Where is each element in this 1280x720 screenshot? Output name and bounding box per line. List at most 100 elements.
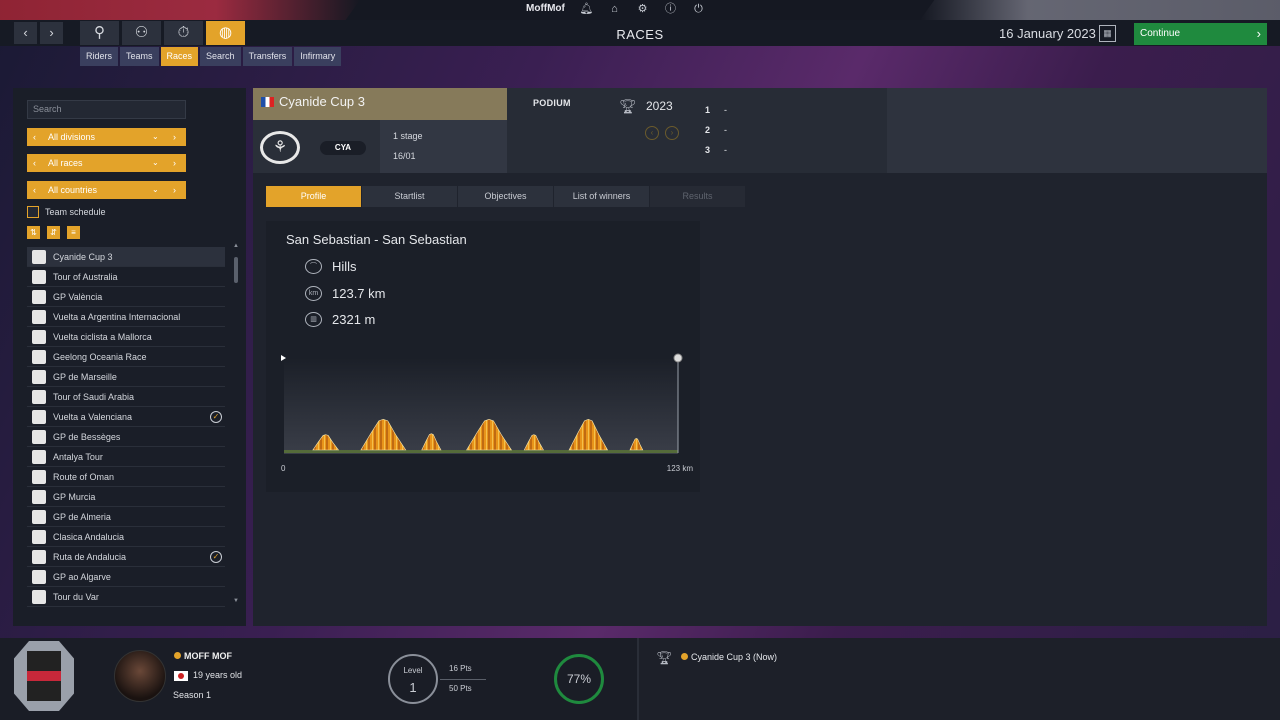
sort-date-icon[interactable]: ⇅ xyxy=(27,226,40,239)
race-list-label: Antalya Tour xyxy=(53,452,103,462)
sub-nav: Riders Teams Races Search Transfers Infi… xyxy=(80,47,342,66)
list-item[interactable]: Geelong Oceania Race xyxy=(27,347,225,367)
list-item[interactable]: Cyanide Cup 3 xyxy=(27,247,225,267)
chevron-left-icon[interactable]: ‹ xyxy=(33,154,36,172)
info-icon[interactable]: ⓘ xyxy=(662,2,679,17)
race-logo-icon xyxy=(32,530,46,544)
countries-dropdown[interactable]: ‹ All countries ⌄ › xyxy=(27,181,186,199)
subnav-infirmary[interactable]: Infirmary xyxy=(294,47,342,66)
list-item[interactable]: Vuelta a Argentina Internacional xyxy=(27,307,225,327)
trophy-icon: 🏆︎ xyxy=(619,98,637,114)
back-button[interactable]: ‹ xyxy=(14,22,37,44)
race-list-label: Clasica Andalucia xyxy=(53,532,125,542)
list-item[interactable]: Antalya Tour xyxy=(27,447,225,467)
list-item[interactable]: GP de Almeria xyxy=(27,507,225,527)
subnav-riders[interactable]: Riders xyxy=(80,47,119,66)
team-schedule-checkbox[interactable] xyxy=(27,206,39,218)
chevron-down-icon: ⌄ xyxy=(152,185,159,194)
tab-profile[interactable]: Profile xyxy=(266,186,361,207)
subnav-races[interactable]: Races xyxy=(160,47,199,66)
race-logo-icon xyxy=(32,390,46,404)
chevron-left-icon[interactable]: ‹ xyxy=(33,181,36,199)
home-icon[interactable]: ⌂ xyxy=(606,2,623,17)
list-item[interactable]: Vuelta ciclista a Mallorca xyxy=(27,327,225,347)
next-race-panel[interactable]: 🏆︎ Cyanide Cup 3 (Now) xyxy=(637,638,1280,720)
chevron-left-icon[interactable]: ‹ xyxy=(33,128,36,146)
player-age: 19 years old xyxy=(193,670,243,680)
race-list-label: GP València xyxy=(53,292,103,302)
points-current: 16 Pts xyxy=(449,664,472,673)
sort-name-icon[interactable]: ≡ xyxy=(67,226,80,239)
list-item[interactable]: GP Murcia xyxy=(27,487,225,507)
history-nav: ‹ › xyxy=(14,22,63,44)
races-dropdown[interactable]: ‹ All races ⌄ › xyxy=(27,154,186,172)
rider-icon[interactable]: ⚲ xyxy=(80,21,119,45)
races-icon[interactable]: ◍ xyxy=(206,21,245,45)
list-item[interactable]: Route of Oman xyxy=(27,467,225,487)
top-bar-red-accent xyxy=(0,0,360,20)
tab-objectives[interactable]: Objectives xyxy=(458,186,553,207)
subnav-transfers[interactable]: Transfers xyxy=(242,47,293,66)
list-item[interactable]: Tour of Australia xyxy=(27,267,225,287)
bell-icon[interactable]: 🔔︎ xyxy=(578,2,595,17)
main-nav: ⚲ ⚇ ⏱ ◍ xyxy=(80,21,245,45)
season-label: Season 1 xyxy=(173,690,212,700)
power-icon[interactable]: ⏻ xyxy=(690,2,707,17)
chevron-right-icon[interactable]: › xyxy=(173,128,176,146)
tab-startlist[interactable]: Startlist xyxy=(362,186,457,207)
divisions-dropdown[interactable]: ‹ All divisions ⌄ › xyxy=(27,128,186,146)
stopwatch-icon[interactable]: ⏱ xyxy=(164,21,203,45)
list-item[interactable]: GP València xyxy=(27,287,225,307)
list-item[interactable]: Vuelta a Valenciana ✓ xyxy=(27,407,225,427)
podium-value: - xyxy=(724,145,727,155)
team-schedule-toggle[interactable]: Team schedule xyxy=(27,206,106,218)
player-age-row: 19 years old xyxy=(174,670,242,681)
scroll-down-icon[interactable]: ▼ xyxy=(233,598,239,604)
race-logo-icon xyxy=(32,410,46,424)
team-jersey[interactable] xyxy=(14,641,74,711)
race-list-scrollbar[interactable]: ▲ ▼ xyxy=(233,243,239,604)
countries-label: All countries xyxy=(48,185,98,195)
scroll-thumb[interactable] xyxy=(234,257,238,283)
player-name-row: MOFF MOF xyxy=(174,651,232,661)
podium-value: - xyxy=(724,105,727,115)
calendar-icon[interactable]: ▦ xyxy=(1099,25,1116,42)
search-input[interactable]: Search xyxy=(27,100,186,119)
sort-category-icon[interactable]: ⇵ xyxy=(47,226,60,239)
race-info: ⚘ CYA 1 stage 16/01 xyxy=(253,120,507,173)
race-logo-icon xyxy=(32,330,46,344)
podium-year: 2023 xyxy=(646,99,673,113)
list-item[interactable]: GP de Bessèges xyxy=(27,427,225,447)
chevron-right-icon[interactable]: › xyxy=(173,154,176,172)
list-item[interactable]: Tour of Saudi Arabia xyxy=(27,387,225,407)
chevron-down-icon: ⌄ xyxy=(152,132,159,141)
prev-year-button[interactable]: ‹ xyxy=(645,126,659,140)
podium-value: - xyxy=(724,125,727,135)
next-year-button[interactable]: › xyxy=(665,126,679,140)
race-meta: 1 stage 16/01 xyxy=(380,120,507,173)
race-list-label: GP Murcia xyxy=(53,492,96,502)
podium-rank: 3 xyxy=(705,145,711,155)
race-detail-panel: Cyanide Cup 3 ⚘ CYA 1 stage 16/01 PODIUM… xyxy=(253,88,1267,626)
teams-icon[interactable]: ⚇ xyxy=(122,21,161,45)
forward-button[interactable]: › xyxy=(40,22,63,44)
subnav-teams[interactable]: Teams xyxy=(120,47,159,66)
race-name: Cyanide Cup 3 xyxy=(279,94,365,109)
podium-box: PODIUM 🏆︎ 2023 ‹ › 1 - 2 - 3 - xyxy=(507,88,887,173)
status-dot-icon xyxy=(174,652,181,659)
list-item[interactable]: GP de Marseille xyxy=(27,367,225,387)
continue-button[interactable]: Continue › xyxy=(1134,23,1267,45)
chevron-right-icon[interactable]: › xyxy=(173,181,176,199)
race-extra-box xyxy=(887,88,1267,173)
list-item[interactable]: GP ao Algarve xyxy=(27,567,225,587)
subnav-search[interactable]: Search xyxy=(200,47,241,66)
avatar[interactable] xyxy=(114,650,166,702)
race-category-badge: CYA xyxy=(320,141,366,155)
list-item[interactable]: Clasica Andalucia xyxy=(27,527,225,547)
list-item[interactable]: Ruta de Andalucia ✓ xyxy=(27,547,225,567)
gear-icon[interactable]: ⚙ xyxy=(634,2,651,17)
list-item[interactable]: Tour du Var xyxy=(27,587,225,607)
tab-list-of-winners[interactable]: List of winners xyxy=(554,186,649,207)
race-list-label: Route of Oman xyxy=(53,472,115,482)
scroll-up-icon[interactable]: ▲ xyxy=(233,243,239,249)
